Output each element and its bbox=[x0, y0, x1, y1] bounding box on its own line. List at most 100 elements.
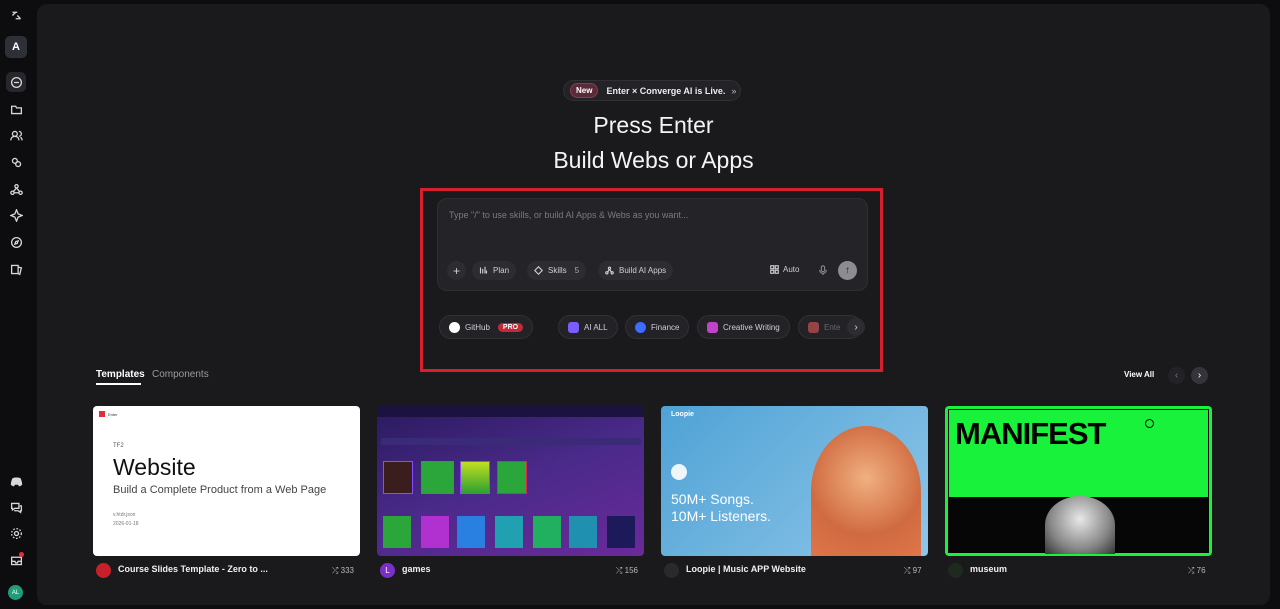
sidebar: A AL bbox=[0, 0, 32, 609]
github-icon bbox=[449, 321, 460, 333]
double-chevron-right-icon: » bbox=[731, 85, 737, 96]
game-tile bbox=[495, 516, 523, 548]
next-button[interactable]: › bbox=[1191, 367, 1208, 384]
user-avatar[interactable]: AL bbox=[8, 585, 23, 600]
auto-model-selector[interactable]: Auto bbox=[770, 265, 799, 274]
build-ai-apps-button[interactable]: Build AI Apps bbox=[598, 261, 674, 280]
game-tile bbox=[569, 516, 597, 548]
remix-count: ⤮ 76 bbox=[1188, 566, 1206, 575]
library-icon[interactable] bbox=[6, 259, 26, 279]
compass-icon[interactable] bbox=[6, 232, 26, 252]
link-icon[interactable] bbox=[6, 152, 26, 172]
game-tile bbox=[383, 461, 413, 494]
chat-icon[interactable] bbox=[6, 72, 26, 92]
discord-icon[interactable] bbox=[6, 471, 26, 491]
template-title[interactable]: museum bbox=[970, 564, 1007, 574]
messages-icon[interactable] bbox=[6, 497, 26, 517]
users-icon[interactable] bbox=[6, 125, 26, 145]
add-attachment-button[interactable]: + bbox=[447, 261, 466, 280]
microphone-icon[interactable] bbox=[818, 265, 828, 275]
card-brand: Enter bbox=[99, 411, 118, 417]
plan-label: Plan bbox=[493, 266, 510, 275]
loopie-brand: Loopie bbox=[671, 411, 694, 418]
inbox-icon[interactable] bbox=[6, 550, 26, 570]
author-avatar bbox=[96, 563, 111, 578]
game-tile bbox=[533, 516, 561, 548]
card-meta-date: 2026-01-18 bbox=[113, 521, 139, 527]
tab-templates[interactable]: Templates bbox=[96, 369, 145, 380]
send-button[interactable]: ↑ bbox=[838, 261, 857, 280]
card-meta-file: v.htdr.json bbox=[113, 512, 136, 518]
creative-writing-icon bbox=[707, 321, 718, 333]
diamond-icon bbox=[534, 266, 543, 275]
game-tile bbox=[460, 461, 490, 494]
brand-label: Enter bbox=[108, 411, 118, 417]
chip-label: Finance bbox=[651, 322, 680, 332]
template-title[interactable]: games bbox=[402, 564, 431, 574]
webhook-icon[interactable] bbox=[6, 179, 26, 199]
prompt-input[interactable]: Type "/" to use skills, or build AI Apps… bbox=[449, 210, 688, 220]
chip-label: AI ALL bbox=[584, 322, 608, 332]
chip-label: GitHub bbox=[465, 322, 490, 332]
auto-label: Auto bbox=[783, 265, 800, 274]
game-tile bbox=[497, 461, 527, 494]
card-heading: Website bbox=[113, 454, 196, 480]
hero-title-line1: Press Enter bbox=[593, 112, 714, 138]
museum-circle-icon bbox=[1145, 419, 1154, 428]
template-title[interactable]: Loopie | Music APP Website bbox=[686, 564, 806, 574]
build-ai-apps-label: Build AI Apps bbox=[619, 266, 667, 275]
skills-count: 5 bbox=[574, 266, 580, 275]
game-tile bbox=[421, 516, 449, 548]
workspace-avatar[interactable]: A bbox=[5, 36, 27, 58]
template-card-course-slides[interactable]: Enter TF2 Website Build a Complete Produ… bbox=[93, 406, 360, 556]
brand-logo-icon bbox=[99, 411, 105, 417]
play-icon bbox=[671, 464, 687, 480]
template-card-games[interactable] bbox=[377, 406, 644, 556]
template-card-museum[interactable]: MANIFEST bbox=[945, 406, 1212, 556]
remix-count: ⤮ 97 bbox=[904, 566, 922, 575]
settings-gear-icon[interactable] bbox=[6, 523, 26, 543]
notification-dot bbox=[19, 552, 24, 557]
listener-photo bbox=[811, 426, 921, 556]
game-tile bbox=[607, 516, 635, 548]
announcement-pill[interactable]: New Enter × Converge AI is Live. » bbox=[563, 80, 741, 101]
game-tile bbox=[383, 516, 411, 548]
remix-count: ⤮ 156 bbox=[616, 566, 638, 575]
view-all-link[interactable]: View All bbox=[1124, 370, 1154, 379]
chip-ai-all[interactable]: AI ALL bbox=[558, 315, 618, 339]
plan-icon bbox=[479, 266, 488, 274]
remix-count: ⤮ 333 bbox=[332, 566, 354, 575]
prev-button[interactable]: ‹ bbox=[1168, 367, 1185, 384]
new-badge: New bbox=[570, 83, 599, 98]
chip-finance[interactable]: Finance bbox=[625, 315, 690, 339]
loopie-headline-2: 10M+ Listeners. bbox=[671, 508, 771, 524]
card-tag: TF2 bbox=[113, 443, 124, 449]
author-avatar bbox=[948, 563, 963, 578]
logo-icon[interactable] bbox=[6, 5, 26, 25]
skills-button[interactable]: Skills 5 bbox=[527, 261, 587, 280]
main-panel: New Enter × Converge AI is Live. » Press… bbox=[37, 4, 1270, 605]
grid-icon bbox=[770, 265, 779, 274]
author-avatar bbox=[664, 563, 679, 578]
games-topbar bbox=[377, 406, 644, 417]
sparkle-icon[interactable] bbox=[6, 205, 26, 225]
author-avatar: L bbox=[380, 563, 395, 578]
prompt-box[interactable]: Type "/" to use skills, or build AI Apps… bbox=[437, 198, 868, 291]
finance-icon bbox=[635, 321, 646, 333]
chips-next-button[interactable]: › bbox=[847, 318, 865, 336]
template-card-loopie[interactable]: Loopie 50M+ Songs. 10M+ Listeners. bbox=[661, 406, 928, 556]
tab-underline bbox=[96, 383, 141, 385]
game-tile bbox=[457, 516, 485, 548]
template-title[interactable]: Course Slides Template - Zero to ... bbox=[118, 564, 268, 574]
chip-creative-writing[interactable]: Creative Writing bbox=[697, 315, 790, 339]
folder-icon[interactable] bbox=[6, 99, 26, 119]
game-tile bbox=[421, 461, 454, 494]
chip-github[interactable]: GitHub PRO bbox=[439, 315, 534, 339]
plan-button[interactable]: Plan bbox=[472, 261, 517, 280]
skills-label: Skills bbox=[548, 266, 567, 275]
statue-head bbox=[1045, 496, 1115, 554]
ai-all-icon bbox=[568, 321, 579, 333]
card-subheading: Build a Complete Product from a Web Page bbox=[113, 484, 327, 496]
loopie-headline-1: 50M+ Songs. bbox=[671, 491, 754, 507]
tab-components[interactable]: Components bbox=[152, 369, 209, 380]
